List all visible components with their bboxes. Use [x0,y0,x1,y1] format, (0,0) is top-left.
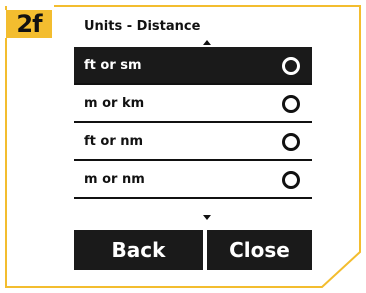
page-title: Units - Distance [84,19,201,34]
scroll-up-icon[interactable] [203,40,211,45]
option-m-or-km[interactable]: m or km [74,85,312,123]
radio-icon[interactable] [282,57,300,75]
step-badge: 2f [6,10,52,38]
back-button[interactable]: Back [74,230,203,270]
option-label: ft or nm [84,133,144,149]
radio-icon[interactable] [282,171,300,189]
option-label: m or km [84,95,145,111]
radio-icon[interactable] [282,95,300,113]
option-m-or-nm[interactable]: m or nm [74,161,312,199]
option-label: ft or sm [84,57,142,73]
radio-icon[interactable] [282,133,300,151]
scroll-down-icon[interactable] [203,215,211,220]
options-list: ft or sm m or km ft or nm m or nm [74,47,312,199]
close-button[interactable]: Close [207,230,312,270]
option-ft-or-sm[interactable]: ft or sm [74,47,312,85]
option-label: m or nm [84,171,145,187]
option-ft-or-nm[interactable]: ft or nm [74,123,312,161]
device-screen: Units - Distance ft or sm m or km ft or … [74,14,312,272]
